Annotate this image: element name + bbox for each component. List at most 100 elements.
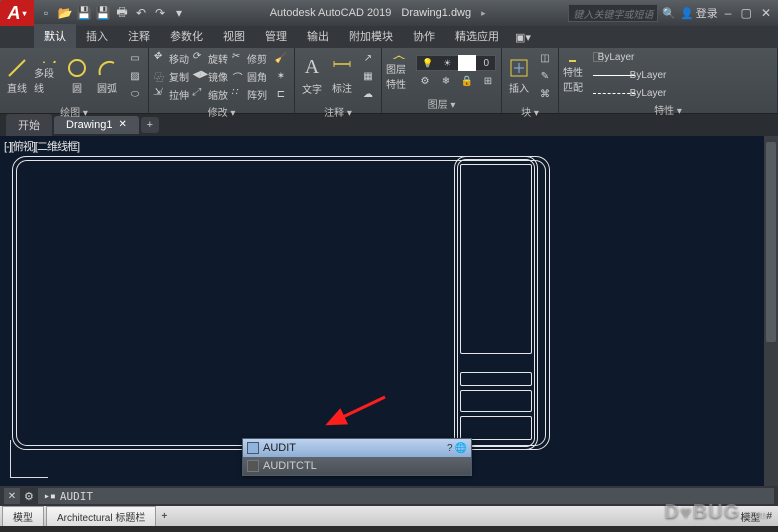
layer-off-icon[interactable]: ⚙ bbox=[416, 73, 434, 89]
tab-overflow-icon[interactable]: ▣▾ bbox=[509, 27, 537, 48]
panel-modify-label[interactable]: 修改 ▾ bbox=[153, 102, 290, 121]
tool-line[interactable]: 直线 bbox=[4, 57, 30, 95]
panel-props-label[interactable]: 特性 ▾ bbox=[563, 100, 773, 119]
login-button[interactable]: 👤 登录 bbox=[680, 5, 718, 21]
qat-new-icon[interactable]: ▫ bbox=[38, 5, 54, 21]
tool-edit-block-icon[interactable]: ✎ bbox=[536, 68, 554, 84]
layer-name: 0 bbox=[478, 55, 496, 71]
sysvar-icon bbox=[247, 460, 259, 472]
qat-redo-icon[interactable]: ↷ bbox=[152, 5, 168, 21]
layout-arch[interactable]: Architectural 标题栏 bbox=[46, 506, 156, 526]
tool-offset-icon[interactable]: ⊏ bbox=[272, 86, 290, 102]
qat-undo-icon[interactable]: ↶ bbox=[133, 5, 149, 21]
qat-dropdown-icon[interactable]: ▾ bbox=[171, 5, 187, 21]
tool-rectangle-icon[interactable]: ▭ bbox=[126, 50, 144, 66]
tab-view[interactable]: 视图 bbox=[213, 24, 255, 48]
tool-dimension[interactable]: 标注 bbox=[329, 57, 355, 95]
tool-arc[interactable]: 圆弧 bbox=[94, 57, 120, 95]
tool-polyline[interactable]: 多段线 bbox=[34, 57, 60, 95]
command-text: AUDIT bbox=[60, 490, 93, 503]
layer-dropdown[interactable]: 💡 ☀ 0 bbox=[416, 55, 496, 71]
login-label: 登录 bbox=[696, 5, 718, 21]
globe-icon[interactable]: 🌐 bbox=[455, 443, 467, 454]
tab-insert[interactable]: 插入 bbox=[76, 24, 118, 48]
drawing-canvas[interactable]: [-][俯视][二维线框] AUDIT ? 🌐 AUDITCTL bbox=[0, 136, 778, 486]
circle-icon bbox=[66, 57, 88, 78]
panel-layer-label[interactable]: 图层 ▾ bbox=[386, 94, 497, 113]
tab-default[interactable]: 默认 bbox=[34, 24, 76, 48]
linetype-dropdown[interactable]: ByLayer bbox=[593, 86, 657, 100]
tab-featured[interactable]: 精选应用 bbox=[445, 24, 509, 48]
tool-circle[interactable]: 圆 bbox=[64, 57, 90, 95]
qat-open-icon[interactable]: 📂 bbox=[57, 5, 73, 21]
tool-stretch[interactable]: ⇲拉伸 bbox=[153, 86, 188, 102]
tool-scale[interactable]: ⤢缩放 bbox=[192, 86, 227, 102]
panel-annot-label[interactable]: 注释 ▾ bbox=[299, 102, 377, 121]
qat-saveas-icon[interactable]: 💾 bbox=[95, 5, 111, 21]
sun-icon: ☀ bbox=[439, 55, 457, 71]
autocomplete-item-auditctl[interactable]: AUDITCTL bbox=[243, 457, 471, 475]
tab-addins[interactable]: 附加模块 bbox=[339, 24, 403, 48]
title-dropdown-icon[interactable]: ▸ bbox=[481, 8, 486, 19]
layout-model[interactable]: 模型 bbox=[2, 506, 44, 526]
tool-cloud-icon[interactable]: ☁ bbox=[359, 86, 377, 102]
line-icon bbox=[6, 57, 28, 78]
cmdline-close-button[interactable]: ✕ bbox=[4, 488, 20, 504]
tool-array[interactable]: ∷阵列 bbox=[231, 86, 266, 102]
status-model-button[interactable]: 模型 bbox=[740, 509, 760, 524]
infocenter-icon[interactable]: 🔍 bbox=[662, 7, 676, 20]
tool-explode-icon[interactable]: ✶ bbox=[272, 68, 290, 84]
tool-text[interactable]: A 文字 bbox=[299, 57, 325, 95]
autocomplete-item-audit[interactable]: AUDIT ? 🌐 bbox=[243, 439, 471, 457]
app-title: Autodesk AutoCAD 2019 bbox=[270, 7, 392, 19]
help-search-input[interactable]: 键入关键字或短语 bbox=[568, 4, 658, 22]
tab-annotate[interactable]: 注释 bbox=[118, 24, 160, 48]
panel-properties: 特性匹配 ByLayer ByLayer ByLayer 特性 ▾ bbox=[559, 48, 778, 113]
tool-fillet[interactable]: ⌒圆角 bbox=[231, 68, 266, 84]
tool-create-block-icon[interactable]: ◫ bbox=[536, 50, 554, 66]
tool-insert-block[interactable]: 插入 bbox=[506, 57, 532, 95]
status-grid-icon[interactable]: # bbox=[766, 511, 772, 522]
tool-attr-icon[interactable]: ⌘ bbox=[536, 86, 554, 102]
tab-output[interactable]: 输出 bbox=[297, 24, 339, 48]
tool-erase-icon[interactable]: 🧹 bbox=[272, 50, 290, 66]
tool-trim[interactable]: ✂修剪 bbox=[231, 50, 266, 66]
app-menu-button[interactable]: A bbox=[0, 0, 34, 26]
insert-block-icon bbox=[508, 57, 530, 78]
tool-mirror[interactable]: ◀▶镜像 bbox=[192, 68, 227, 84]
tool-table-icon[interactable]: ▦ bbox=[359, 68, 377, 84]
close-icon[interactable]: ✕ bbox=[758, 6, 774, 20]
tool-move[interactable]: ✥移动 bbox=[153, 50, 188, 66]
panel-draw-label[interactable]: 绘图 ▾ bbox=[4, 102, 144, 121]
tab-parametric[interactable]: 参数化 bbox=[160, 24, 213, 48]
minimize-icon[interactable]: – bbox=[722, 6, 735, 20]
tool-layer-properties[interactable]: 图层特性 bbox=[386, 53, 412, 91]
layer-iso-icon[interactable]: ⊞ bbox=[479, 73, 497, 89]
tool-hatch-icon[interactable]: ▨ bbox=[126, 68, 144, 84]
qat-plot-icon[interactable]: 🖶 bbox=[114, 5, 130, 21]
tool-match-properties[interactable]: 特性匹配 bbox=[563, 56, 589, 94]
tab-manage[interactable]: 管理 bbox=[255, 24, 297, 48]
ucs-icon[interactable] bbox=[10, 436, 52, 478]
command-autocomplete-popup: AUDIT ? 🌐 AUDITCTL bbox=[242, 438, 472, 476]
tool-ellipse-icon[interactable]: ⬭ bbox=[126, 86, 144, 102]
help-icon[interactable]: ? bbox=[447, 443, 453, 454]
layer-lock-icon[interactable]: 🔒 bbox=[458, 73, 476, 89]
tab-collaborate[interactable]: 协作 bbox=[403, 24, 445, 48]
tool-copy[interactable]: ⿻复制 bbox=[153, 68, 188, 84]
cmdline-config-icon[interactable]: ⚙ bbox=[24, 490, 34, 503]
layer-freeze-icon[interactable]: ❄ bbox=[437, 73, 455, 89]
color-dropdown[interactable]: ByLayer bbox=[593, 50, 657, 64]
layout-add-button[interactable]: + bbox=[156, 511, 172, 522]
tool-leader-icon[interactable]: ↗ bbox=[359, 50, 377, 66]
panel-block-label[interactable]: 块 ▾ bbox=[506, 102, 554, 121]
scrollbar-thumb[interactable] bbox=[766, 142, 776, 342]
tool-rotate[interactable]: ⟳旋转 bbox=[192, 50, 227, 66]
vertical-scrollbar[interactable] bbox=[764, 136, 778, 486]
ribbon-tabs: 默认 插入 注释 参数化 视图 管理 输出 附加模块 协作 精选应用 ▣▾ bbox=[0, 26, 778, 48]
command-input[interactable]: ▸▪ AUDIT bbox=[38, 488, 774, 504]
match-props-icon bbox=[565, 56, 587, 62]
maximize-icon[interactable]: ▢ bbox=[738, 6, 755, 20]
qat-save-icon[interactable]: 💾 bbox=[76, 5, 92, 21]
lineweight-dropdown[interactable]: ByLayer bbox=[593, 68, 657, 82]
